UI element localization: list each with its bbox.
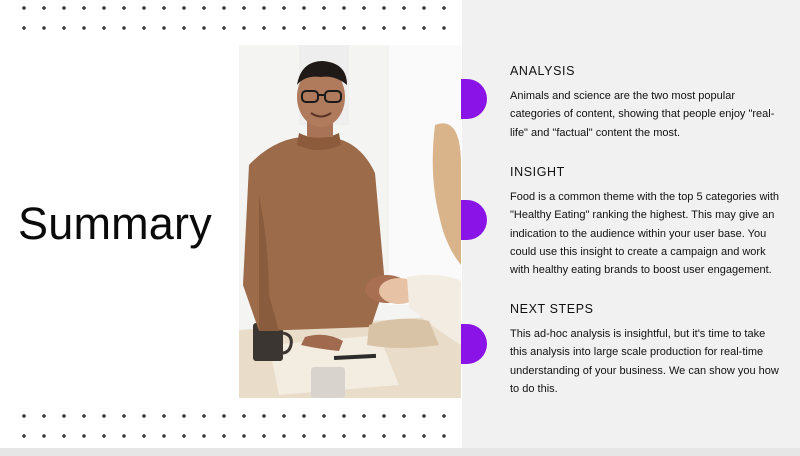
analysis-text: Animals and science are the two most pop… <box>510 90 775 139</box>
presentation-slide: Summary ANALYSIS Animals and science are… <box>0 0 800 448</box>
insight-text: Food is a common theme with the top 5 ca… <box>510 191 780 277</box>
insight-heading: INSIGHT <box>510 165 565 179</box>
analysis-heading: ANALYSIS <box>510 64 576 78</box>
next-steps-section: NEXT STEPS This ad-hoc analysis is insig… <box>510 302 782 398</box>
insight-section: INSIGHT Food is a common theme with the … <box>510 165 782 279</box>
handshake-photo <box>239 45 461 398</box>
decorative-dot-grid-bottom <box>14 406 454 446</box>
decorative-dot-grid-top <box>14 0 454 38</box>
analysis-section: ANALYSIS Animals and science are the two… <box>510 64 782 142</box>
slide-title: Summary <box>18 198 212 249</box>
next-steps-heading: NEXT STEPS <box>510 302 594 316</box>
bottom-strip <box>0 448 800 456</box>
next-steps-text: This ad-hoc analysis is insightful, but … <box>510 328 779 395</box>
